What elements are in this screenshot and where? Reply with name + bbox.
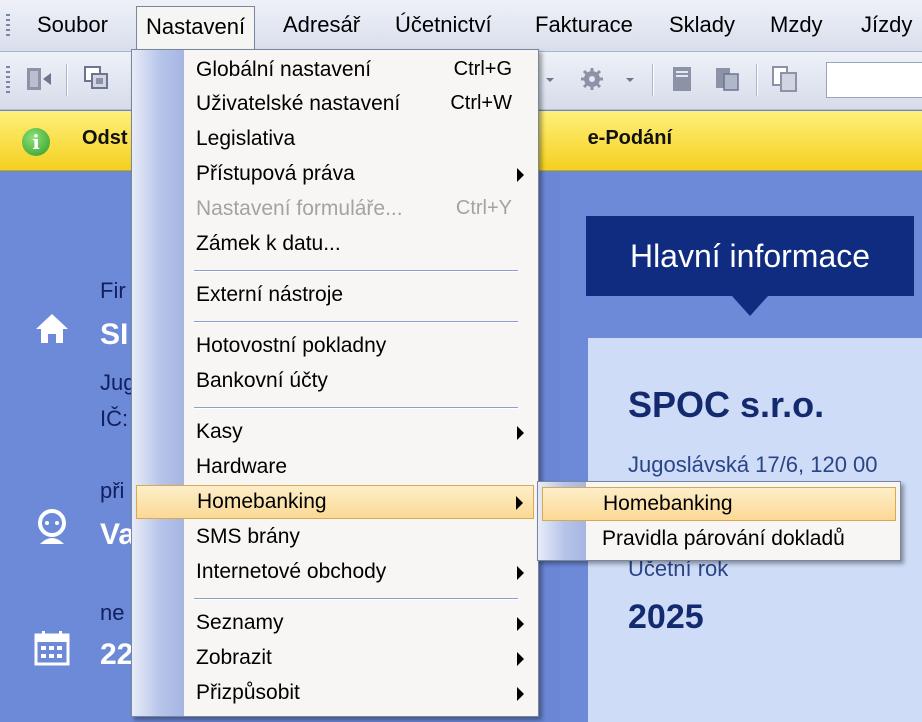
- toolbar-search-input[interactable]: [826, 62, 922, 98]
- calendar-icon[interactable]: [32, 628, 72, 668]
- user-icon[interactable]: [32, 506, 72, 546]
- info-text-left: Odst: [82, 127, 128, 149]
- menu-bar: Soubor Nastavení Adresář Účetnictví Fakt…: [0, 0, 922, 52]
- menu-item-prizpusobit[interactable]: Přizpůsobit: [136, 677, 534, 711]
- menu-nastaveni[interactable]: Nastavení: [136, 6, 256, 50]
- menu-fakturace[interactable]: Fakturace: [526, 0, 642, 50]
- submenu-item-label: Pravidla párování dokladů: [602, 527, 845, 550]
- toolbar-grip[interactable]: [6, 66, 10, 96]
- submenu-item-homebanking[interactable]: Homebanking: [542, 487, 896, 521]
- menu-item-label: Uživatelské nastavení: [196, 92, 401, 115]
- menu-item-zobrazit[interactable]: Zobrazit: [136, 642, 534, 676]
- home-icon[interactable]: [32, 308, 72, 348]
- exit-icon[interactable]: [24, 64, 54, 94]
- date-label: ne: [100, 600, 125, 625]
- gear-icon[interactable]: [578, 64, 608, 94]
- submenu-arrow-icon: [517, 566, 524, 580]
- menu-item-zamek-k-datu[interactable]: Zámek k datu...: [136, 228, 534, 262]
- windows-icon[interactable]: [82, 64, 112, 94]
- toolbar-separator-2: [652, 64, 654, 96]
- menu-item-homebanking[interactable]: Homebanking: [136, 485, 534, 519]
- menu-item-label: Kasy: [196, 420, 243, 443]
- menu-sklady[interactable]: Sklady: [660, 0, 744, 50]
- menu-adresar[interactable]: Adresář: [274, 0, 369, 50]
- menubar-grip[interactable]: [6, 14, 10, 38]
- menu-item-internetove-obchody[interactable]: Internetové obchody: [136, 556, 534, 590]
- copy-icon[interactable]: [770, 64, 800, 94]
- menu-item-label: Legislativa: [196, 127, 296, 150]
- menu-item-shortcut: Ctrl+Y: [455, 197, 512, 219]
- user-label: při: [100, 478, 125, 503]
- menu-item-label: Internetové obchody: [196, 560, 387, 583]
- menu-separator: [194, 321, 518, 323]
- menu-separator: [194, 270, 518, 272]
- menu-mzdy[interactable]: Mzdy: [761, 0, 832, 50]
- firma-label: Fir: [100, 278, 126, 303]
- menu-item-label: SMS brány: [196, 525, 300, 548]
- submenu-item-label: Homebanking: [603, 492, 733, 515]
- toolbar-separator: [66, 64, 68, 96]
- menu-item-globalni-nastaveni[interactable]: Globální nastavení Ctrl+G: [136, 54, 534, 88]
- menu-item-shortcut: Ctrl+G: [453, 58, 512, 80]
- info-icon: i: [22, 128, 50, 156]
- menu-item-seznamy[interactable]: Seznamy: [136, 607, 534, 641]
- menu-item-label: Seznamy: [196, 611, 284, 634]
- menu-item-hotovostni-pokladny[interactable]: Hotovostní pokladny: [136, 330, 534, 364]
- info-text-right: e-Podání: [587, 127, 673, 149]
- tab-hlavni-informace[interactable]: Hlavní informace: [586, 216, 914, 296]
- menu-item-hardware[interactable]: Hardware: [136, 451, 534, 485]
- dropdown-arrow-icon[interactable]: [536, 64, 566, 94]
- dropdown-arrow-icon-2[interactable]: [616, 64, 646, 94]
- firm-address: Jugoslávská 17/6, 120 00: [628, 452, 878, 477]
- submenu-arrow-icon: [516, 496, 523, 510]
- menu-item-sms-brany[interactable]: SMS brány: [136, 521, 534, 555]
- firma-ic: IČ:: [100, 406, 129, 431]
- menu-item-externi-nastroje[interactable]: Externí nástroje: [136, 279, 534, 313]
- menu-item-bankovni-ucty[interactable]: Bankovní účty: [136, 365, 534, 399]
- submenu-arrow-icon: [517, 168, 524, 182]
- menu-item-label: Hardware: [196, 455, 288, 478]
- homebanking-submenu: Homebanking Pravidla párování dokladů: [537, 481, 901, 561]
- menu-item-label: Zámek k datu...: [196, 232, 341, 255]
- menu-item-label: Homebanking: [197, 490, 327, 513]
- submenu-arrow-icon: [517, 426, 524, 440]
- menu-item-label: Globální nastavení: [196, 58, 372, 81]
- date-value: 22: [100, 638, 134, 671]
- menu-soubor[interactable]: Soubor: [28, 0, 117, 50]
- menu-item-legislativa[interactable]: Legislativa: [136, 123, 534, 157]
- menu-item-pristupova-prava[interactable]: Přístupová práva: [136, 158, 534, 192]
- menu-item-shortcut: Ctrl+W: [450, 92, 512, 114]
- submenu-arrow-icon: [517, 652, 524, 666]
- menu-item-nastaveni-formulare: Nastavení formuláře... Ctrl+Y: [136, 193, 534, 227]
- menu-jizdy[interactable]: Jízdy: [852, 0, 921, 50]
- menu-item-label: Přizpůsobit: [196, 681, 300, 704]
- menu-ucetnictvi[interactable]: Účetnictví: [386, 0, 501, 50]
- menu-item-uzivatelske-nastaveni[interactable]: Uživatelské nastavení Ctrl+W: [136, 88, 534, 122]
- submenu-arrow-icon: [517, 687, 524, 701]
- submenu-arrow-icon: [517, 617, 524, 631]
- nastaveni-menu: Globální nastavení Ctrl+G Uživatelské na…: [131, 49, 539, 717]
- menu-item-label: Hotovostní pokladny: [196, 334, 387, 357]
- user-name: Va: [100, 518, 136, 551]
- menu-item-label: Bankovní účty: [196, 369, 328, 392]
- menu-separator: [194, 407, 518, 409]
- submenu-item-pravidla-parovani[interactable]: Pravidla párování dokladů: [542, 523, 896, 557]
- menu-separator: [194, 598, 518, 600]
- ucetni-rok-value: 2025: [628, 598, 704, 636]
- menu-item-kasy[interactable]: Kasy: [136, 416, 534, 450]
- firma-name: SI: [100, 318, 129, 351]
- document-icon[interactable]: [668, 64, 698, 94]
- menu-item-label: Nastavení formuláře...: [196, 197, 403, 220]
- menu-item-label: Zobrazit: [196, 646, 272, 669]
- menu-item-label: Přístupová práva: [196, 162, 355, 185]
- firm-name: SPOC s.r.o.: [628, 384, 825, 425]
- print-icon[interactable]: [712, 64, 742, 94]
- menu-item-label: Externí nástroje: [196, 283, 344, 306]
- tab-pointer: [732, 296, 768, 316]
- toolbar-separator-3: [756, 64, 758, 96]
